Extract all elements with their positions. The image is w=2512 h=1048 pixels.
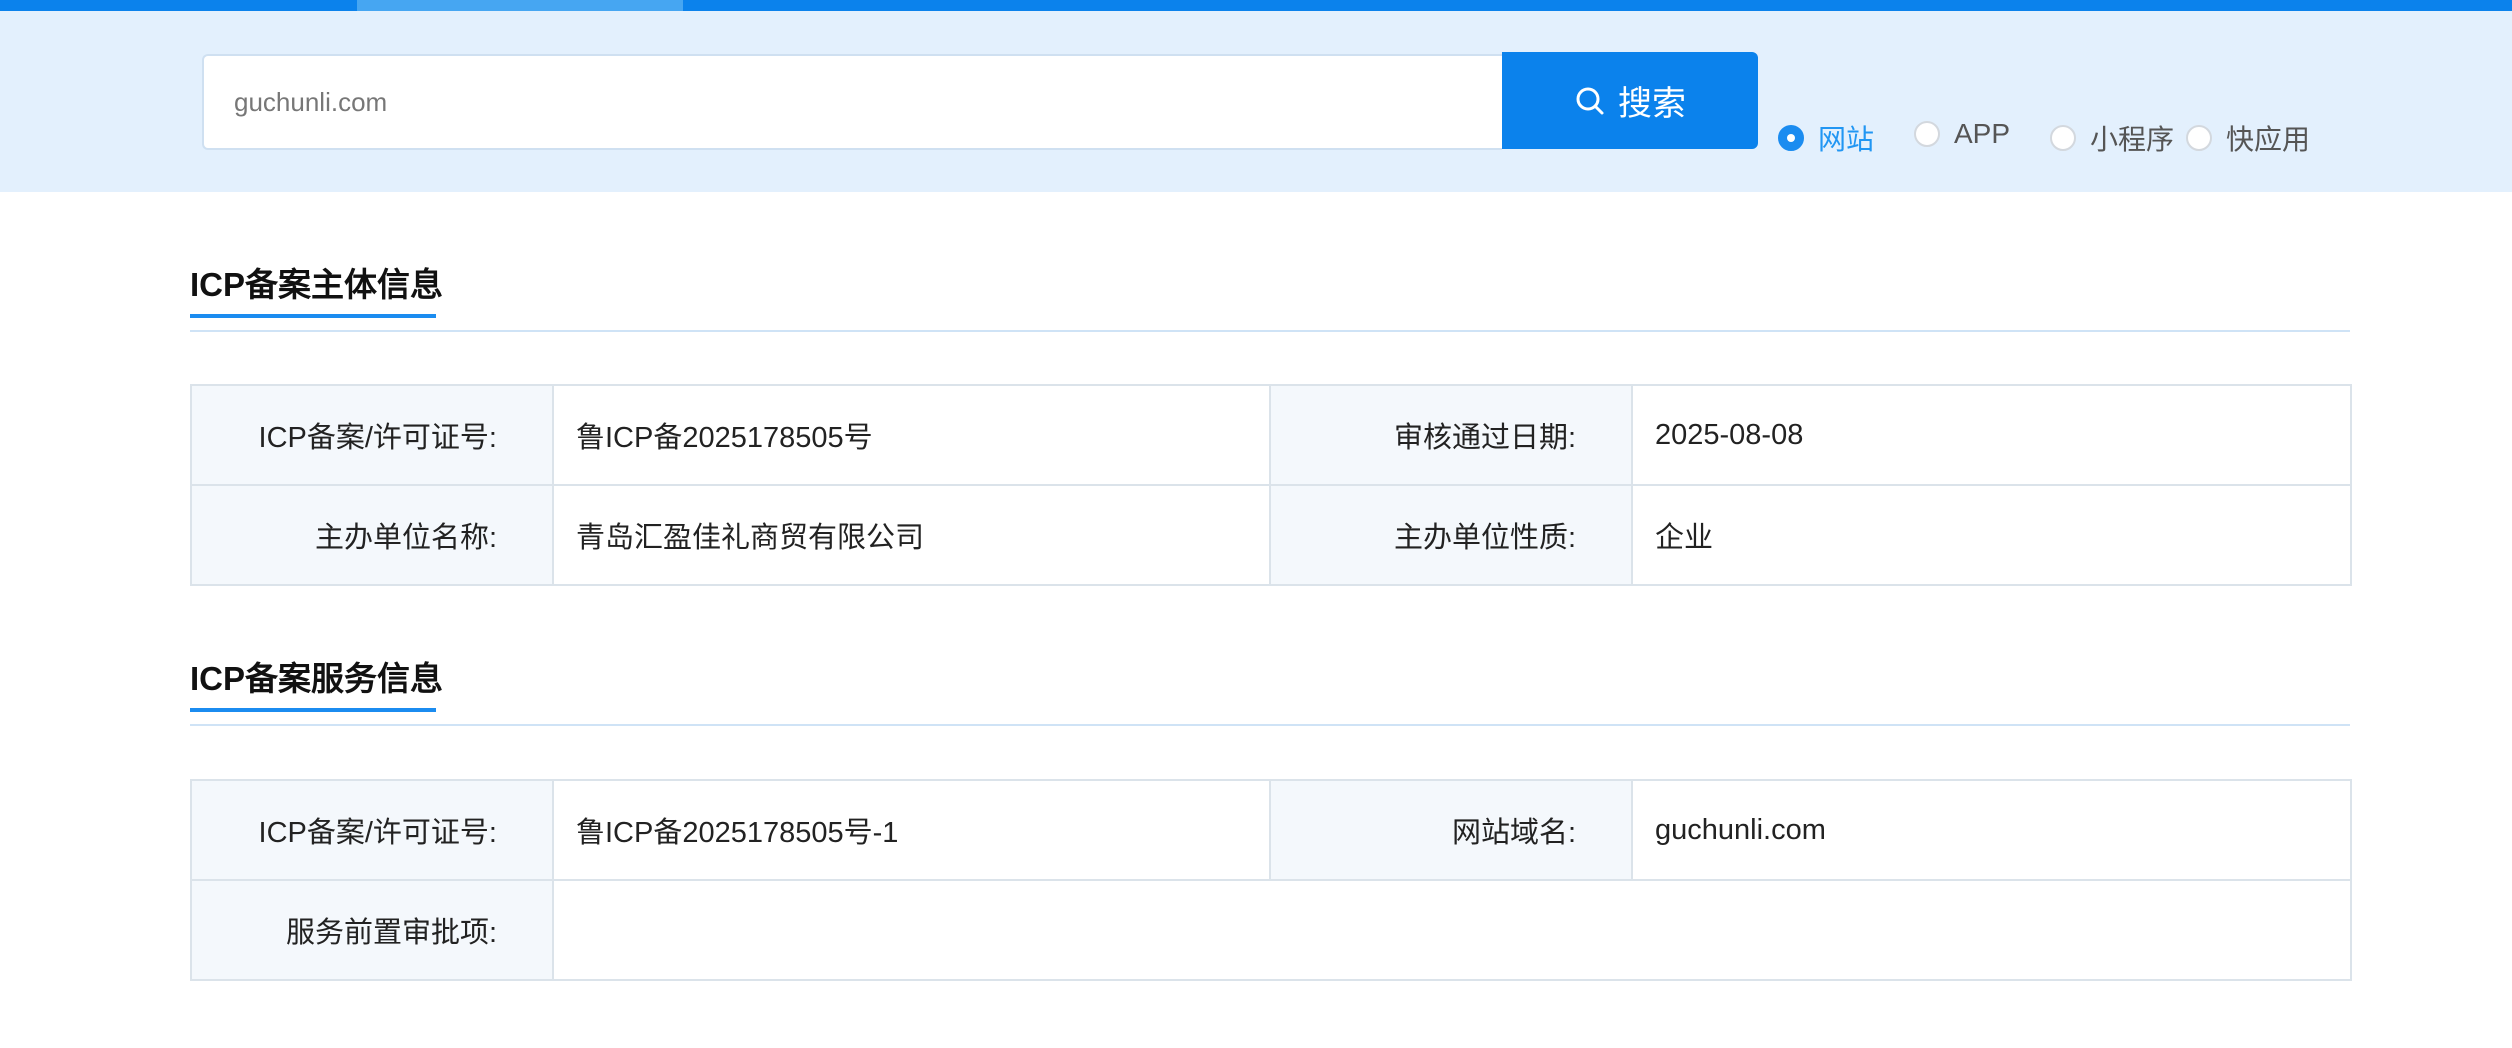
service-info-divider	[190, 724, 2350, 726]
radio-unchecked-icon	[2050, 125, 2076, 151]
organizer-type-label: 主办单位性质:	[1269, 484, 1633, 586]
service-info-table: ICP备案/许可证号: 鲁ICP备2025178505号-1 网站域名: guc…	[190, 779, 2352, 981]
service-license-value: 鲁ICP备2025178505号-1	[552, 779, 1271, 881]
subject-info-divider	[190, 330, 2350, 332]
search-button[interactable]: 搜索	[1502, 52, 1758, 149]
radio-checked-icon	[1778, 125, 1804, 151]
license-number-value: 鲁ICP备2025178505号	[552, 384, 1271, 486]
radio-website-label: 网站	[1818, 124, 1875, 155]
subject-info-title: ICP备案主体信息	[190, 266, 444, 303]
table-row: 服务前置审批项:	[190, 879, 2352, 981]
radio-quick-app-label: 快应用	[2226, 124, 2311, 155]
radio-unchecked-icon	[2186, 125, 2212, 151]
license-number-label: ICP备案/许可证号:	[190, 384, 554, 486]
search-band: 搜索 网站 APP 小程序 快应用	[0, 11, 2512, 192]
radio-mini-program-label: 小程序	[2090, 124, 2175, 155]
search-icon	[1576, 87, 1604, 114]
radio-unchecked-icon	[1914, 121, 1940, 147]
subject-info-title-underline	[190, 314, 436, 318]
domain-label: 网站域名:	[1269, 779, 1633, 881]
service-info-title: ICP备案服务信息	[190, 660, 444, 697]
pre-approval-label: 服务前置审批项:	[190, 879, 554, 981]
pre-approval-value	[552, 879, 2352, 981]
radio-website[interactable]: 网站	[1778, 118, 1874, 158]
search-button-label: 搜索	[1618, 85, 1686, 123]
radio-app-label: APP	[1954, 118, 2011, 149]
approval-date-label: 审核通过日期:	[1269, 384, 1633, 486]
radio-mini-program[interactable]: 小程序	[2050, 118, 2174, 158]
search-input[interactable]	[202, 54, 1502, 150]
table-row: ICP备案/许可证号: 鲁ICP备2025178505号 审核通过日期: 202…	[190, 384, 2352, 486]
radio-app[interactable]: APP	[1914, 118, 2010, 150]
organizer-name-label: 主办单位名称:	[190, 484, 554, 586]
table-row: ICP备案/许可证号: 鲁ICP备2025178505号-1 网站域名: guc…	[190, 779, 2352, 881]
domain-value: guchunli.com	[1631, 779, 2352, 881]
organizer-type-value: 企业	[1631, 484, 2352, 586]
organizer-name-value: 青岛汇盈佳礼商贸有限公司	[552, 484, 1271, 586]
approval-date-value: 2025-08-08	[1631, 384, 2352, 486]
subject-info-table: ICP备案/许可证号: 鲁ICP备2025178505号 审核通过日期: 202…	[190, 384, 2352, 586]
service-info-title-underline	[190, 708, 436, 712]
radio-quick-app[interactable]: 快应用	[2186, 118, 2310, 158]
top-accent-bar	[0, 0, 2512, 11]
top-accent-highlight	[357, 0, 683, 11]
service-license-label: ICP备案/许可证号:	[190, 779, 554, 881]
table-row: 主办单位名称: 青岛汇盈佳礼商贸有限公司 主办单位性质: 企业	[190, 484, 2352, 586]
